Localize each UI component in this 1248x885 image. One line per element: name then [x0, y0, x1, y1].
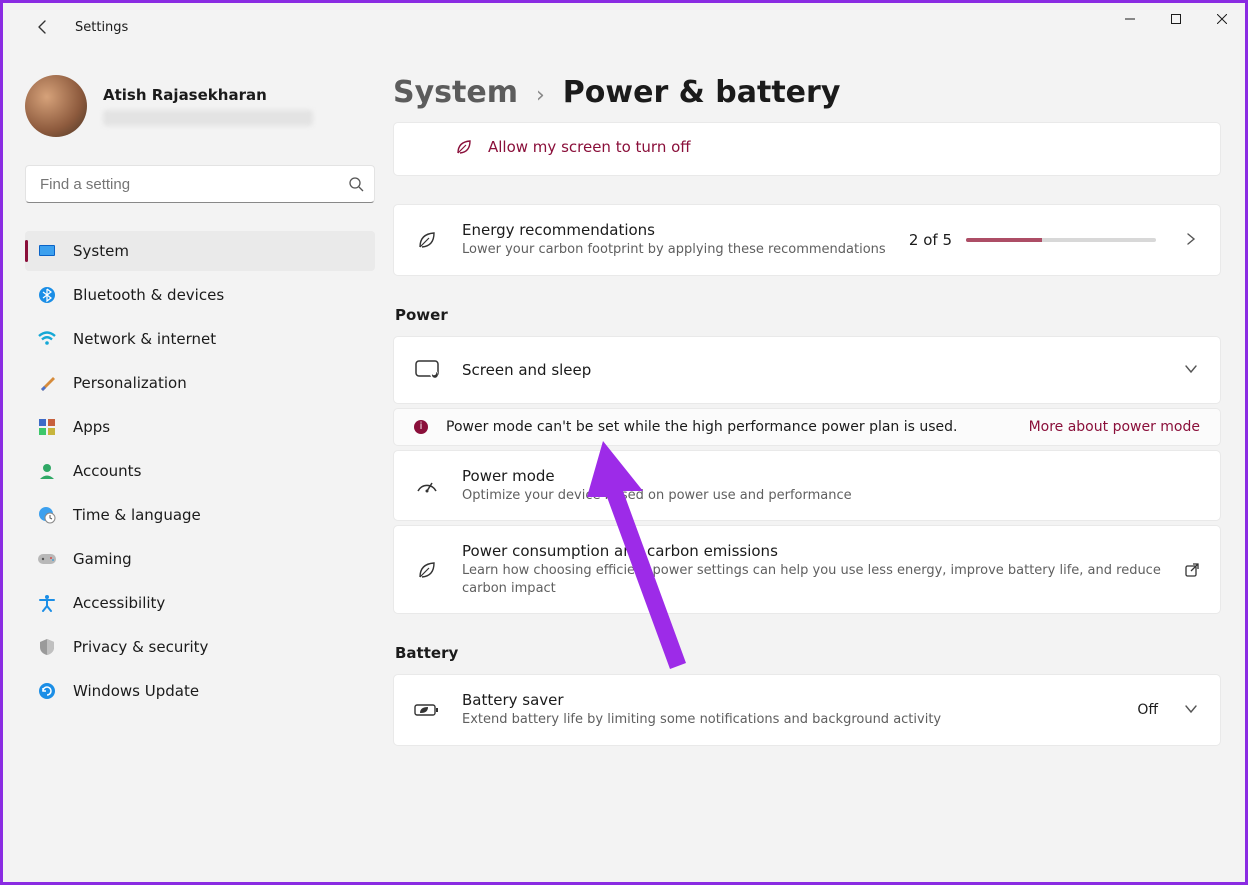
update-icon [37, 681, 57, 701]
energy-recommendations-card[interactable]: Energy recommendations Lower your carbon… [393, 204, 1221, 276]
sidebar-item-label: Bluetooth & devices [73, 286, 224, 304]
card-title: Power mode [462, 467, 1200, 485]
breadcrumb-parent[interactable]: System [393, 75, 518, 110]
info-dot-icon: i [414, 420, 428, 434]
recommendation-card[interactable]: Allow my screen to turn off [393, 122, 1221, 176]
search-icon [348, 176, 364, 192]
screen-sleep-card[interactable]: Screen and sleep [393, 336, 1221, 404]
sidebar-item-label: Apps [73, 418, 110, 436]
window-controls [1107, 3, 1245, 35]
leaf-outline-icon [414, 227, 440, 253]
search-box[interactable] [25, 165, 375, 203]
sidebar-item-label: Personalization [73, 374, 187, 392]
recommendation-label: Allow my screen to turn off [488, 138, 691, 156]
profile-block[interactable]: Atish Rajasekharan [25, 75, 375, 137]
card-title: Energy recommendations [462, 221, 909, 239]
shield-icon [37, 637, 57, 657]
display-sleep-icon [414, 357, 440, 383]
back-button[interactable] [23, 7, 63, 47]
sidebar-item-label: Network & internet [73, 330, 216, 348]
person-icon [37, 461, 57, 481]
sidebar-item-label: Time & language [73, 506, 201, 524]
sidebar-item-label: Privacy & security [73, 638, 208, 656]
maximize-icon [1171, 14, 1181, 24]
sidebar-item-time[interactable]: Time & language [25, 495, 375, 535]
sidebar-item-network[interactable]: Network & internet [25, 319, 375, 359]
progress-fill [966, 238, 1042, 242]
gamepad-icon [37, 549, 57, 569]
sidebar-item-label: System [73, 242, 129, 260]
section-battery: Battery [395, 644, 1221, 662]
sidebar: Atish Rajasekharan System Bluetooth & de… [3, 51, 393, 882]
sidebar-item-label: Windows Update [73, 682, 199, 700]
power-mode-card[interactable]: Power mode Optimize your device based on… [393, 450, 1221, 522]
card-subtitle: Lower your carbon footprint by applying … [462, 241, 909, 259]
sidebar-item-update[interactable]: Windows Update [25, 671, 375, 711]
consumption-card[interactable]: Power consumption and carbon emissions L… [393, 525, 1221, 614]
chevron-right-icon [1184, 232, 1200, 248]
card-subtitle: Learn how choosing efficient power setti… [462, 562, 1172, 597]
minimize-icon [1125, 14, 1135, 24]
battery-leaf-icon [414, 697, 440, 723]
card-title: Battery saver [462, 691, 1137, 709]
close-button[interactable] [1199, 3, 1245, 35]
sidebar-item-bluetooth[interactable]: Bluetooth & devices [25, 275, 375, 315]
arrow-left-icon [35, 19, 51, 35]
profile-name: Atish Rajasekharan [103, 86, 313, 104]
bluetooth-icon [37, 285, 57, 305]
chevron-down-icon [1184, 362, 1200, 378]
leaf-icon [454, 137, 474, 157]
sidebar-item-system[interactable]: System [25, 231, 375, 271]
sidebar-nav: System Bluetooth & devices Network & int… [25, 231, 375, 711]
title-bar: Settings [3, 3, 1245, 51]
sidebar-item-personalization[interactable]: Personalization [25, 363, 375, 403]
sidebar-item-privacy[interactable]: Privacy & security [25, 627, 375, 667]
minimize-button[interactable] [1107, 3, 1153, 35]
open-external-icon [1184, 562, 1200, 578]
settings-window: Settings Atish Rajasekharan [3, 3, 1245, 882]
sidebar-item-gaming[interactable]: Gaming [25, 539, 375, 579]
sidebar-item-accessibility[interactable]: Accessibility [25, 583, 375, 623]
energy-progress: 2 of 5 [909, 231, 1172, 249]
close-icon [1217, 14, 1227, 24]
wifi-icon [37, 329, 57, 349]
sidebar-item-label: Accessibility [73, 594, 165, 612]
power-mode-notice: i Power mode can't be set while the high… [393, 408, 1221, 446]
sidebar-item-accounts[interactable]: Accounts [25, 451, 375, 491]
display-icon [37, 241, 57, 261]
maximize-button[interactable] [1153, 3, 1199, 35]
card-subtitle: Optimize your device based on power use … [462, 487, 1200, 505]
breadcrumb: System › Power & battery [393, 75, 1221, 110]
battery-saver-value: Off [1137, 702, 1158, 718]
clock-globe-icon [37, 505, 57, 525]
notice-text: Power mode can't be set while the high p… [446, 419, 958, 435]
profile-email-redacted [103, 110, 313, 126]
main-content[interactable]: System › Power & battery Allow my screen… [393, 51, 1245, 882]
chevron-down-icon [1184, 702, 1200, 718]
gauge-icon [414, 472, 440, 498]
card-subtitle: Extend battery life by limiting some not… [462, 711, 1137, 729]
progress-count: 2 of 5 [909, 231, 952, 249]
card-title: Screen and sleep [462, 361, 1172, 379]
avatar [25, 75, 87, 137]
apps-icon [37, 417, 57, 437]
search-input[interactable] [40, 176, 348, 193]
card-title: Power consumption and carbon emissions [462, 542, 1172, 560]
notice-link[interactable]: More about power mode [1029, 419, 1200, 435]
battery-saver-card[interactable]: Battery saver Extend battery life by lim… [393, 674, 1221, 746]
paintbrush-icon [37, 373, 57, 393]
progress-bar [966, 238, 1156, 242]
app-title: Settings [75, 20, 128, 35]
sidebar-item-label: Gaming [73, 550, 132, 568]
chevron-right-icon: › [536, 83, 545, 108]
breadcrumb-current: Power & battery [563, 75, 841, 110]
sidebar-item-apps[interactable]: Apps [25, 407, 375, 447]
leaf-outline-icon [414, 557, 440, 583]
sidebar-item-label: Accounts [73, 462, 141, 480]
accessibility-icon [37, 593, 57, 613]
section-power: Power [395, 306, 1221, 324]
